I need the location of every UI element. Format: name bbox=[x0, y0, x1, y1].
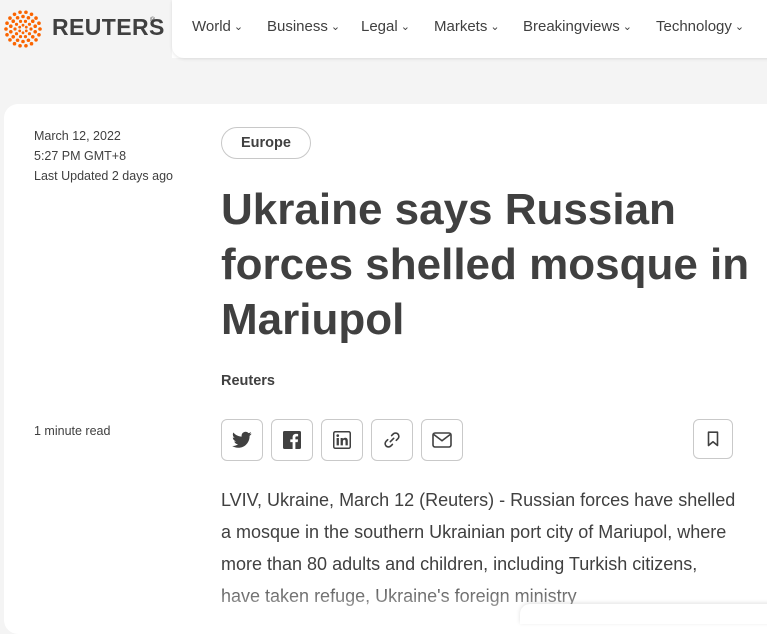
logo-dot bbox=[37, 33, 41, 37]
logo-dot bbox=[21, 23, 25, 27]
section-tag-europe[interactable]: Europe bbox=[221, 127, 311, 159]
logo-dot bbox=[30, 19, 35, 24]
logo-dot bbox=[21, 31, 25, 35]
logo-dot bbox=[37, 21, 41, 25]
logo-dot bbox=[33, 29, 37, 34]
logo-dot bbox=[14, 22, 19, 26]
logo-dot bbox=[24, 10, 28, 15]
chevron-down-icon: ⌄ bbox=[400, 21, 410, 33]
logo-dot bbox=[11, 19, 16, 24]
logo-dot bbox=[5, 33, 9, 37]
reuters-logo[interactable]: REUTERS ® bbox=[0, 0, 172, 58]
bookmark-button[interactable] bbox=[693, 419, 733, 459]
copy-link-button[interactable] bbox=[371, 419, 413, 461]
logo-dot bbox=[18, 10, 22, 15]
share-facebook-button[interactable] bbox=[271, 419, 313, 461]
logo-dot bbox=[18, 43, 22, 48]
logo-dot bbox=[9, 29, 13, 34]
twitter-icon bbox=[232, 431, 252, 448]
logo-dot bbox=[14, 32, 19, 36]
corner-popup-edge bbox=[520, 604, 767, 624]
site-header: REUTERS ® World ⌄ Business ⌄ Legal ⌄ Market… bbox=[0, 0, 767, 58]
logo-dot bbox=[4, 27, 8, 31]
facebook-icon bbox=[283, 431, 301, 449]
nav-item-world[interactable]: World ⌄ bbox=[192, 18, 243, 35]
nav-item-technology[interactable]: Technology ⌄ bbox=[656, 18, 744, 35]
nav-item-legal[interactable]: Legal ⌄ bbox=[361, 18, 410, 35]
nav-item-label: Legal bbox=[361, 18, 398, 35]
logo-dot bbox=[21, 14, 25, 19]
logo-dot bbox=[27, 22, 32, 26]
logo-dot bbox=[12, 12, 17, 17]
logo-dot bbox=[8, 16, 12, 20]
logo-dot bbox=[27, 32, 32, 36]
chevron-down-icon: ⌄ bbox=[622, 21, 632, 33]
nav-item-business[interactable]: Business ⌄ bbox=[267, 18, 340, 35]
email-icon bbox=[432, 432, 452, 448]
article-date: March 12, 2022 bbox=[34, 129, 121, 143]
logo-dot bbox=[11, 34, 16, 39]
article-byline[interactable]: Reuters bbox=[221, 373, 275, 389]
logo-dot bbox=[18, 19, 23, 23]
nav-item-label: Markets bbox=[434, 18, 488, 35]
logo-dot bbox=[26, 15, 31, 20]
logo-dot bbox=[18, 35, 23, 39]
nav-item-label: Business bbox=[267, 18, 328, 35]
logo-dot bbox=[24, 29, 28, 33]
logo-dot bbox=[29, 27, 33, 31]
main-nav: World ⌄ Business ⌄ Legal ⌄ Markets ⌄ Breakin… bbox=[172, 0, 767, 58]
nav-item-breakingviews[interactable]: Breakingviews ⌄ bbox=[523, 18, 632, 35]
logo-dot bbox=[9, 24, 13, 29]
logo-dot bbox=[18, 29, 22, 33]
logo-dot bbox=[15, 38, 20, 43]
logo-dot bbox=[29, 12, 34, 17]
linkedin-icon bbox=[333, 431, 351, 449]
nav-item-markets[interactable]: Markets ⌄ bbox=[434, 18, 500, 35]
read-time: 1 minute read bbox=[34, 424, 111, 438]
logo-dot bbox=[24, 43, 28, 48]
chevron-down-icon: ⌄ bbox=[490, 21, 500, 33]
logo-dot bbox=[18, 25, 22, 29]
article-time: 5:27 PM GMT+8 bbox=[34, 149, 127, 163]
logo-dot bbox=[12, 41, 17, 46]
article-last-updated: Last Updated 2 days ago bbox=[34, 169, 173, 183]
nav-item-label: World bbox=[192, 18, 231, 35]
logo-dot bbox=[33, 24, 37, 29]
link-icon bbox=[384, 432, 400, 448]
logo-dot bbox=[21, 39, 25, 44]
logo-dot bbox=[23, 19, 28, 23]
logo-dot bbox=[13, 27, 17, 31]
nav-item-label: Breakingviews bbox=[523, 18, 620, 35]
logo-dot bbox=[34, 38, 38, 42]
chevron-down-icon: ⌄ bbox=[330, 21, 341, 33]
logo-dot bbox=[5, 21, 9, 25]
article-headline: Ukraine says Russian forces shelled mosq… bbox=[221, 185, 750, 344]
chevron-down-icon: ⌄ bbox=[233, 21, 244, 33]
chevron-down-icon: ⌄ bbox=[734, 21, 745, 33]
share-twitter-button[interactable] bbox=[221, 419, 263, 461]
logo-dot bbox=[30, 34, 35, 39]
brand-name: REUTERS bbox=[52, 14, 165, 40]
logo-dot bbox=[24, 25, 28, 29]
article-dateline: March 12, 2022 5:27 PM GMT+8 Last Update… bbox=[34, 126, 173, 186]
logo-dot bbox=[34, 16, 38, 20]
logo-dot bbox=[8, 38, 12, 42]
logo-dot bbox=[29, 41, 34, 46]
article-body-paragraph: LVIV, Ukraine, March 12 (Reuters) - Russ… bbox=[221, 490, 736, 606]
share-email-button[interactable] bbox=[421, 419, 463, 461]
logo-dot bbox=[15, 15, 20, 20]
logo-dot bbox=[23, 35, 28, 39]
share-linkedin-button[interactable] bbox=[321, 419, 363, 461]
registered-mark: ® bbox=[150, 17, 156, 24]
bookmark-icon bbox=[707, 431, 719, 447]
logo-dot bbox=[26, 38, 31, 43]
nav-item-label: Technology bbox=[656, 18, 732, 35]
reuters-dots-logo-icon bbox=[4, 10, 42, 48]
logo-dot bbox=[38, 27, 42, 31]
